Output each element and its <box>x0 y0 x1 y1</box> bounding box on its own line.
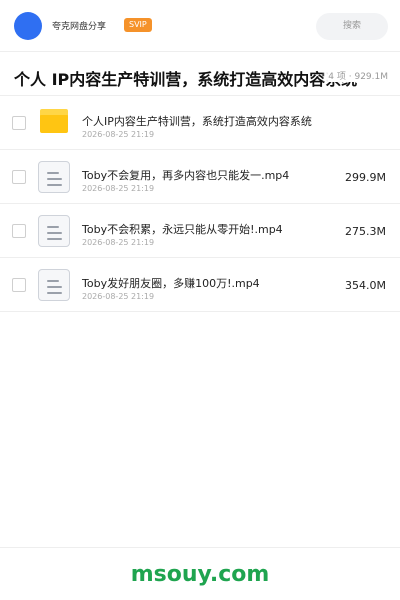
file-date: 2026-08-25 21:19 <box>82 292 155 301</box>
row-checkbox[interactable] <box>12 278 26 292</box>
file-date: 2026-08-25 21:19 <box>82 130 155 139</box>
file-name[interactable]: Toby不会复用，再多内容也只能发一.mp4 <box>82 167 289 183</box>
file-size: 275.3M <box>345 225 386 238</box>
top-bar: 夸克网盘分享 SVIP 搜索 <box>0 0 400 52</box>
file-date: 2026-08-25 21:19 <box>82 184 155 193</box>
watermark-text: msouy.com <box>130 562 270 587</box>
list-item[interactable]: Toby发好朋友圈，多赚100万!.mp4 2026-08-25 21:19 3… <box>0 258 400 312</box>
avatar[interactable] <box>14 12 42 40</box>
row-checkbox[interactable] <box>12 224 26 238</box>
svip-badge: SVIP <box>124 18 152 32</box>
list-item[interactable]: Toby不会复用，再多内容也只能发一.mp4 2026-08-25 21:19 … <box>0 150 400 204</box>
folder-icon <box>38 107 70 139</box>
row-checkbox[interactable] <box>12 116 26 130</box>
list-item[interactable]: Toby不会积累，永远只能从零开始!.mp4 2026-08-25 21:19 … <box>0 204 400 258</box>
file-name[interactable]: Toby发好朋友圈，多赚100万!.mp4 <box>82 275 260 291</box>
file-date: 2026-08-25 21:19 <box>82 238 155 247</box>
video-file-icon <box>38 215 70 247</box>
file-name[interactable]: Toby不会积累，永远只能从零开始!.mp4 <box>82 221 283 237</box>
page-title: 个人 IP内容生产特训营，系统打造高效内容系统 <box>14 70 358 89</box>
search-input[interactable]: 搜索 <box>316 13 388 40</box>
video-file-icon <box>38 161 70 193</box>
file-size: 354.0M <box>345 279 386 292</box>
video-file-icon <box>38 269 70 301</box>
row-checkbox[interactable] <box>12 170 26 184</box>
list-item[interactable]: 个人IP内容生产特训营，系统打造高效内容系统 2026-08-25 21:19 <box>0 96 400 150</box>
footer: msouy.com <box>0 547 400 600</box>
file-size: 299.9M <box>345 171 386 184</box>
app-name: 夸克网盘分享 <box>52 22 107 32</box>
share-meta: 4 项 · 929.1M <box>322 69 388 82</box>
share-title-row: 个人 IP内容生产特训营，系统打造高效内容系统 4 项 · 929.1M <box>0 52 400 96</box>
file-list: 个人IP内容生产特训营，系统打造高效内容系统 2026-08-25 21:19 … <box>0 96 400 312</box>
file-name[interactable]: 个人IP内容生产特训营，系统打造高效内容系统 <box>82 113 312 129</box>
